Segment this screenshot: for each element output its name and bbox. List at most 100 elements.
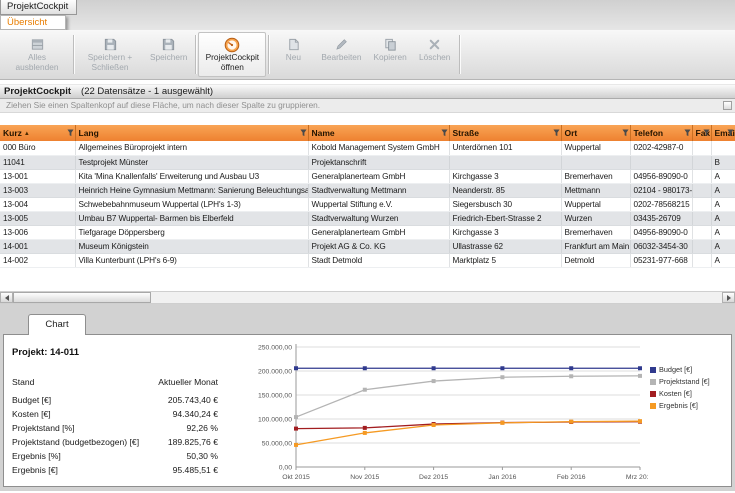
- cell-kurz: 13-006: [0, 225, 75, 239]
- cell-ort: Wuppertal: [561, 197, 630, 211]
- cell-telefon: 06032-3454-30: [630, 239, 692, 253]
- filter-funnel-icon[interactable]: [703, 129, 710, 137]
- cell-lang: Allgemeines Büroprojekt intern: [75, 141, 308, 155]
- cell-fax: [692, 169, 711, 183]
- svg-text:100.000,00: 100.000,00: [258, 417, 292, 424]
- cell-telefon: [630, 155, 692, 169]
- edit-pencil-icon: [334, 36, 349, 53]
- cell-strasse: Kirchgasse 3: [449, 169, 561, 183]
- table-row[interactable]: 14-001Museum KönigsteinProjekt AG & Co. …: [0, 239, 735, 253]
- cell-email: A: [711, 225, 735, 239]
- cell-name: Generalplanerteam GmbH: [308, 225, 449, 239]
- filter-funnel-icon[interactable]: [727, 129, 734, 137]
- cell-name: Projektanschrift: [308, 155, 449, 169]
- cell-name: Generalplanerteam GmbH: [308, 169, 449, 183]
- column-header-email[interactable]: Email: [711, 125, 735, 141]
- toolbar-button-projektcockpit-ffnen[interactable]: ProjektCockpit öffnen: [198, 32, 266, 77]
- table-row[interactable]: 13-004Schwebebahnmuseum Wuppertal (LPH's…: [0, 197, 735, 211]
- menu-item-uebersicht[interactable]: Übersicht: [0, 15, 66, 30]
- stats-label: Budget [€]: [12, 395, 51, 405]
- table-row[interactable]: 13-001Kita 'Mina Knallenfalls' Erweiteru…: [0, 169, 735, 183]
- grid-header: Kurz▲ Lang NameStraße Ort Telefon FaxEmail: [0, 125, 735, 141]
- column-header-telefon[interactable]: Telefon: [630, 125, 692, 141]
- toolbar-button-speichern: Speichern: [144, 32, 193, 77]
- cell-ort: Wuppertal: [561, 141, 630, 155]
- cell-name: Wuppertal Stiftung e.V.: [308, 197, 449, 211]
- legend-label: Ergebnis [€]: [659, 401, 698, 410]
- scrollbar-thumb[interactable]: [13, 292, 151, 303]
- section-header: ProjektCockpit(22 Datensätze - 1 ausgewä…: [0, 84, 735, 99]
- filter-funnel-icon[interactable]: [684, 129, 691, 137]
- cell-ort: Bremerhaven: [561, 169, 630, 183]
- toolbar-button-kopieren: Kopieren: [368, 32, 413, 77]
- record-count: (22 Datensätze - 1 ausgewählt): [81, 86, 213, 97]
- stats-header-value: Aktueller Monat: [158, 377, 218, 387]
- horizontal-scrollbar[interactable]: [0, 291, 735, 304]
- column-header-kurz[interactable]: Kurz▲: [0, 125, 75, 141]
- toolbar-button-label: Alles ausblenden: [9, 53, 65, 72]
- column-header-label: Lang: [79, 128, 99, 138]
- column-header-name[interactable]: Name: [308, 125, 449, 141]
- legend-swatch-icon: [650, 367, 656, 373]
- filter-funnel-icon[interactable]: [441, 129, 448, 137]
- table-row[interactable]: 13-003Heinrich Heine Gymnasium Mettmann:…: [0, 183, 735, 197]
- scroll-left-button[interactable]: [0, 292, 13, 303]
- column-header-stra-e[interactable]: Straße: [449, 125, 561, 141]
- stats-label: Ergebnis [%]: [12, 451, 61, 461]
- legend-item: Ergebnis [€]: [650, 401, 710, 410]
- table-row[interactable]: 14-002Villa Kunterbunt (LPH's 6-9)Stadt …: [0, 253, 735, 267]
- cell-name: Stadtverwaltung Wurzen: [308, 211, 449, 225]
- toolbar-button-alles-ausblenden: Alles ausblenden: [3, 32, 71, 77]
- stats-row: Ergebnis [%]50,30 %: [12, 449, 218, 463]
- toolbar-button-label: Speichern: [150, 53, 187, 63]
- scroll-right-button[interactable]: [722, 292, 735, 303]
- app-menu-button[interactable]: ProjektCockpit: [0, 0, 77, 15]
- cell-strasse: Kirchgasse 3: [449, 225, 561, 239]
- cell-fax: [692, 141, 711, 155]
- cell-lang: Villa Kunterbunt (LPH's 6-9): [75, 253, 308, 267]
- table-row[interactable]: 13-006Tiefgarage DöppersbergGeneralplane…: [0, 225, 735, 239]
- cell-strasse: Friedrich-Ebert-Strasse 2: [449, 211, 561, 225]
- cell-lang: Heinrich Heine Gymnasium Mettmann: Sanie…: [75, 183, 308, 197]
- toolbar-button-label: Kopieren: [374, 53, 407, 63]
- stats-value: 94.340,24 €: [173, 409, 218, 419]
- chart-area: 0,0050.000,00100.000,00150.000,00200.000…: [242, 341, 729, 484]
- stats-value: 92,26 %: [186, 423, 218, 433]
- left-arrow-icon: [5, 295, 9, 301]
- cell-strasse: Unterdörnen 101: [449, 141, 561, 155]
- legend-swatch-icon: [650, 403, 656, 409]
- table-row[interactable]: 13-005Umbau B7 Wuppertal- Barmen bis Elb…: [0, 211, 735, 225]
- cell-email: A: [711, 239, 735, 253]
- svg-text:Mrz 2016: Mrz 2016: [626, 474, 648, 481]
- column-header-lang[interactable]: Lang: [75, 125, 308, 141]
- stats-row: Ergebnis [€]95.485,51 €: [12, 463, 218, 477]
- cell-email: A: [711, 211, 735, 225]
- tab-chart[interactable]: Chart: [28, 314, 86, 335]
- cell-telefon: 0202-78568215: [630, 197, 692, 211]
- cell-fax: [692, 211, 711, 225]
- svg-text:Jan 2016: Jan 2016: [488, 474, 516, 481]
- cell-name: Projekt AG & Co. KG: [308, 239, 449, 253]
- svg-text:Nov 2015: Nov 2015: [350, 474, 379, 481]
- legend-swatch-icon: [650, 379, 656, 385]
- column-header-fax[interactable]: Fax: [692, 125, 711, 141]
- column-header-label: Telefon: [634, 128, 664, 138]
- project-stats: Projekt: 14-011 Stand Aktueller Monat Bu…: [12, 347, 218, 477]
- legend-swatch-icon: [650, 391, 656, 397]
- svg-text:250.000,00: 250.000,00: [258, 345, 292, 352]
- column-header-label: Ort: [565, 128, 578, 138]
- group-by-panel[interactable]: Ziehen Sie einen Spaltenkopf auf diese F…: [0, 99, 735, 113]
- table-row[interactable]: 000 BüroAllgemeines Büroprojekt internKo…: [0, 141, 735, 155]
- filter-funnel-icon[interactable]: [300, 129, 307, 137]
- filter-funnel-icon[interactable]: [622, 129, 629, 137]
- cell-kurz: 000 Büro: [0, 141, 75, 155]
- grid-options-button[interactable]: [723, 101, 732, 110]
- cell-kurz: 13-004: [0, 197, 75, 211]
- filter-funnel-icon[interactable]: [553, 129, 560, 137]
- column-header-ort[interactable]: Ort: [561, 125, 630, 141]
- toolbar-button-neu: Neu: [271, 32, 315, 77]
- stats-value: 205.743,40 €: [168, 395, 218, 405]
- cell-telefon: 05231-977-668: [630, 253, 692, 267]
- table-row[interactable]: 11041Testprojekt MünsterProjektanschrift…: [0, 155, 735, 169]
- filter-funnel-icon[interactable]: [67, 129, 74, 137]
